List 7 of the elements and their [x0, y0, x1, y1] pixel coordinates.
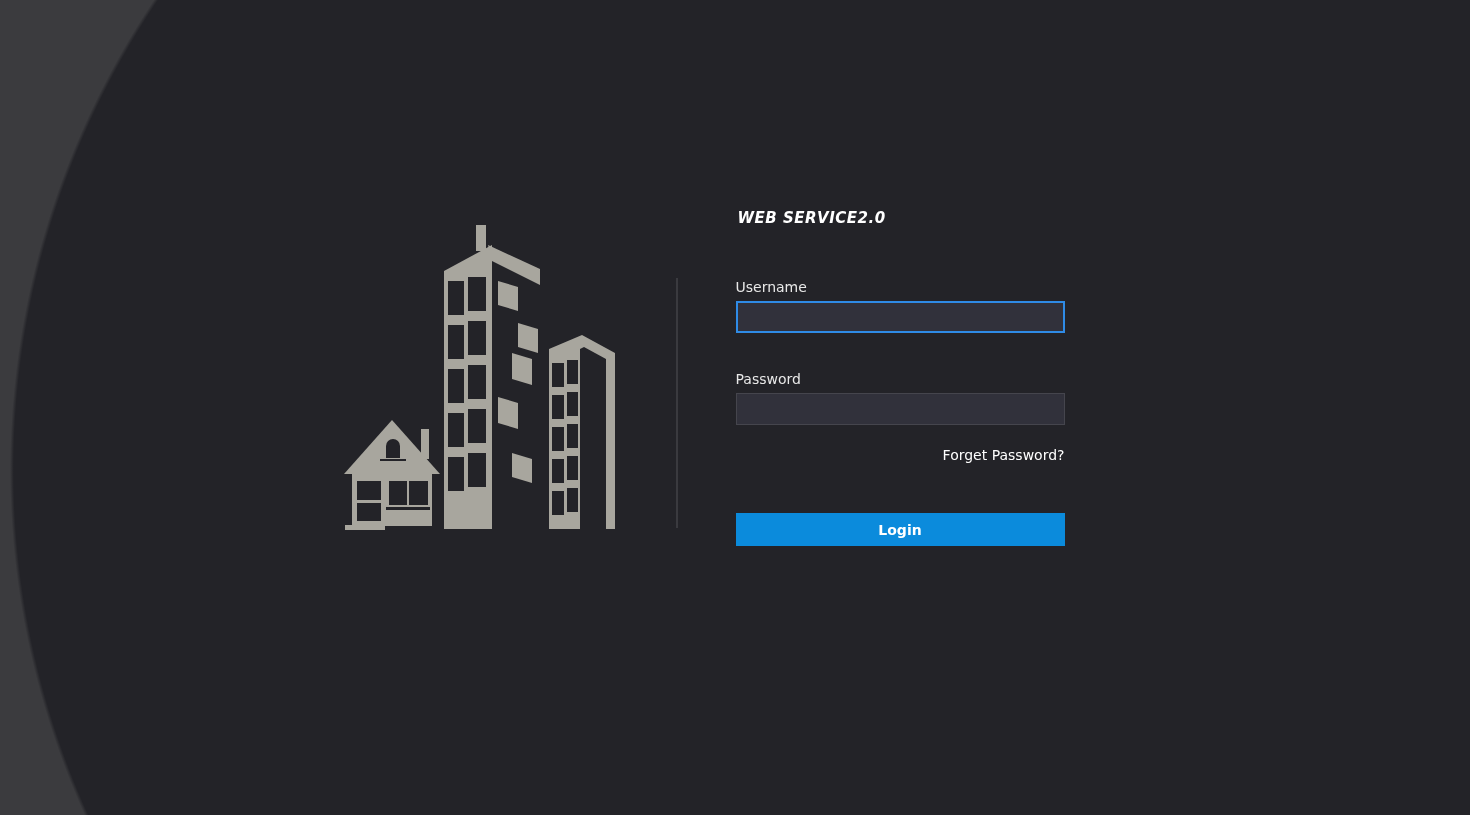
input-field[interactable] [735, 301, 1065, 333]
field-label: Password [735, 371, 802, 387]
input-field[interactable] [735, 393, 1065, 425]
app-title: WEB SERVICE2.0 [737, 209, 887, 227]
field-label: Username [735, 279, 808, 295]
login-button[interactable]: Login [735, 513, 1065, 546]
forgot-password-link[interactable]: Forget Password? [942, 447, 1065, 463]
